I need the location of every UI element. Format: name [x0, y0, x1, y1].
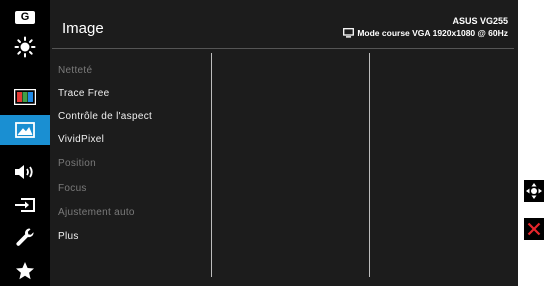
column-divider-2: [369, 53, 370, 277]
exit-key[interactable]: [524, 218, 544, 240]
monitor-icon: [343, 28, 355, 38]
gaming-icon: G: [15, 10, 35, 24]
sound-icon: [15, 165, 33, 179]
input-select-icon: [15, 198, 35, 212]
image-icon: [15, 122, 35, 138]
five-way-nav-key[interactable]: [524, 180, 544, 202]
sidebar-item-system-setup[interactable]: [0, 222, 50, 252]
display-mode-info: Mode course VGA 1920x1080 @ 60Hz: [343, 28, 508, 38]
sidebar: G: [0, 0, 50, 286]
sidebar-item-image[interactable]: [0, 115, 50, 145]
menu-item-position[interactable]: Position: [58, 158, 96, 169]
color-icon: [14, 89, 36, 105]
menu-item-vividpixel[interactable]: VividPixel: [58, 134, 104, 145]
menu-item-more[interactable]: Plus: [58, 231, 79, 242]
system-setup-icon: [16, 228, 34, 246]
sidebar-item-brightness[interactable]: [0, 32, 50, 62]
favorite-icon: [16, 262, 34, 280]
sidebar-item-favorite[interactable]: [0, 256, 50, 286]
sidebar-item-color[interactable]: [0, 82, 50, 112]
sidebar-item-input-select[interactable]: [0, 190, 50, 220]
page-title: Image: [62, 20, 104, 37]
five-way-navigation-icon: [526, 183, 542, 199]
menu-item-auto-adjust[interactable]: Ajustement auto: [58, 207, 135, 218]
menu-item-focus[interactable]: Focus: [58, 183, 87, 194]
sidebar-item-gaming[interactable]: G: [0, 2, 50, 32]
osd-menu: G Image ASUS VG255 Mode course VGA 1920x…: [0, 0, 518, 286]
menu-item-nettete[interactable]: Netteté: [58, 65, 92, 76]
display-mode-text: Mode course VGA 1920x1080 @ 60Hz: [357, 28, 508, 38]
column-divider-1: [211, 53, 212, 277]
header-divider: [52, 48, 514, 49]
brightness-icon: [14, 36, 36, 58]
menu-item-aspect-control[interactable]: Contrôle de l'aspect: [58, 111, 152, 122]
menu-item-trace-free[interactable]: Trace Free: [58, 88, 110, 99]
monitor-model: ASUS VG255: [452, 16, 508, 26]
close-icon: [527, 222, 541, 236]
sidebar-item-sound[interactable]: [0, 157, 50, 187]
